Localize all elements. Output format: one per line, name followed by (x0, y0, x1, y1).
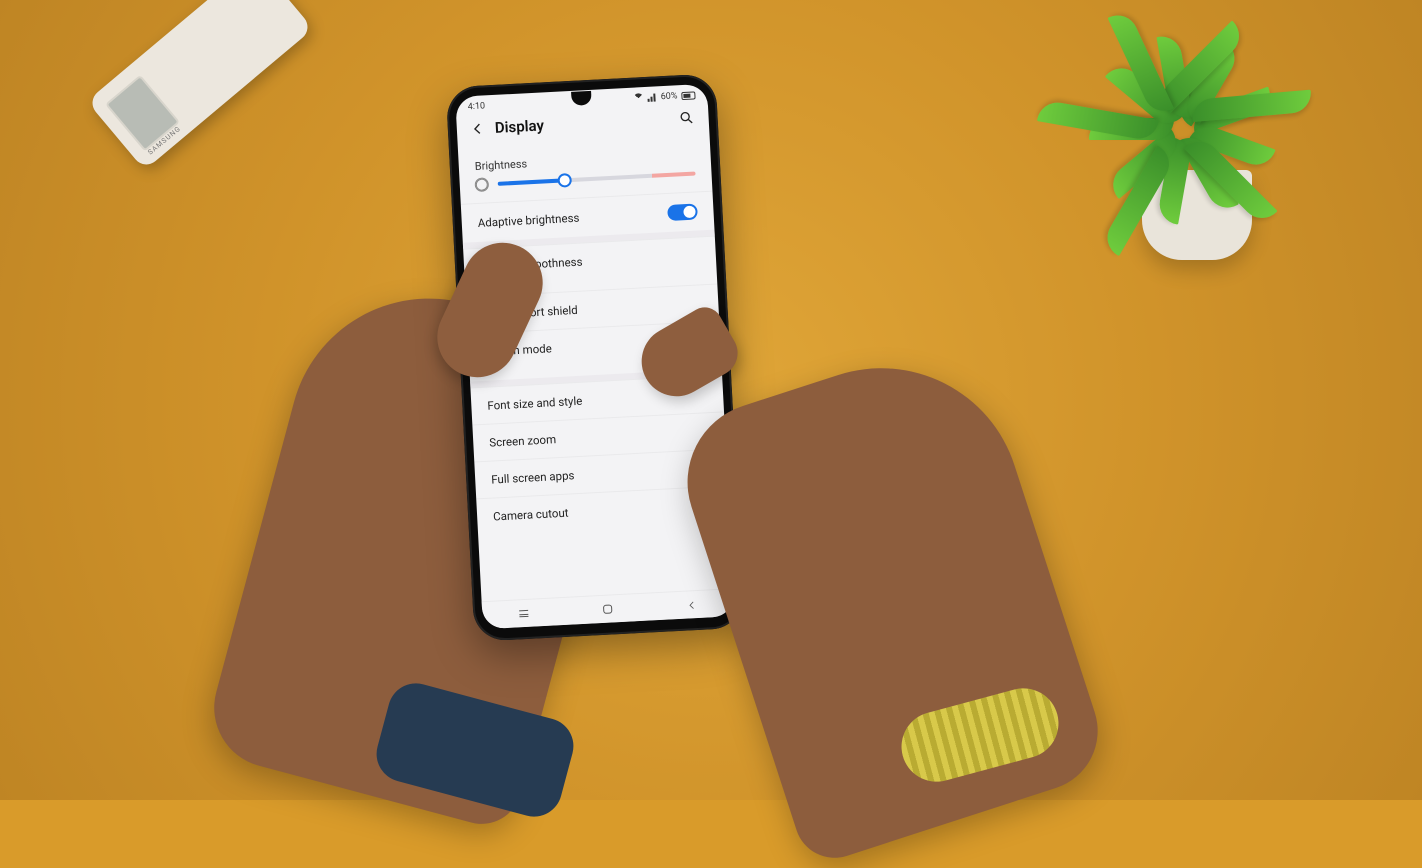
camera-cutout-label: Camera cutout (493, 506, 569, 524)
smartphone: 4:10 60% Display Brightness (446, 73, 745, 641)
back-icon[interactable] (471, 121, 486, 136)
screen-zoom-label: Screen zoom (489, 432, 557, 449)
adaptive-brightness-toggle[interactable] (667, 203, 698, 221)
settings-list: Brightness Adaptive brightness Motion sm… (458, 136, 730, 536)
wifi-icon (632, 91, 646, 105)
nav-back-icon[interactable] (686, 600, 697, 611)
page-title: Display (494, 116, 544, 137)
recents-icon[interactable] (519, 610, 528, 617)
adaptive-brightness-label: Adaptive brightness (477, 211, 579, 230)
screen-mode-value: Vivid (485, 356, 553, 370)
home-icon[interactable] (603, 604, 612, 613)
brightness-thumb[interactable] (558, 173, 573, 188)
eye-comfort-label: Eye comfort shield (482, 303, 578, 322)
brightness-slider[interactable] (498, 171, 696, 185)
signal-icon (648, 93, 657, 101)
phone-screen: 4:10 60% Display Brightness (455, 84, 735, 629)
brightness-icon (475, 178, 488, 191)
battery-icon (681, 91, 695, 100)
search-icon[interactable] (678, 109, 695, 126)
font-size-label: Font size and style (487, 394, 583, 413)
full-screen-apps-label: Full screen apps (491, 468, 575, 486)
android-nav-bar (482, 588, 735, 629)
status-time: 4:10 (467, 101, 485, 112)
battery-text: 60% (660, 91, 677, 102)
